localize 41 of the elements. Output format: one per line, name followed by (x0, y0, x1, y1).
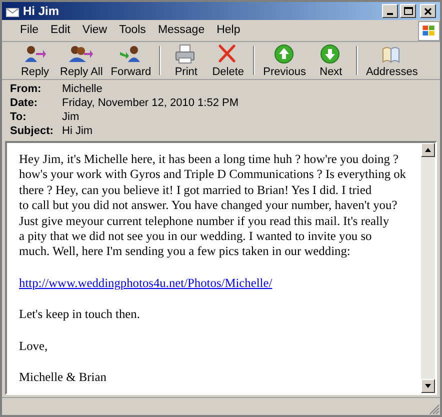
close-icon (424, 8, 432, 14)
paragraph: Love, (19, 338, 49, 354)
header-label: Subject: (10, 125, 54, 138)
toolbar-button[interactable]: Delete (207, 42, 250, 79)
header-label: From: (10, 83, 42, 96)
toolbar-button[interactable]: Forward (106, 42, 156, 79)
scroll-up-button[interactable] (421, 143, 435, 157)
toolbar-button[interactable]: Next (310, 42, 352, 79)
window-title: Hi Jim (23, 3, 60, 20)
up-arrow-icon (425, 148, 431, 152)
header-value: Michelle (62, 83, 102, 96)
envelope-icon (6, 6, 19, 16)
paragraph: Let's keep in touch then. (19, 307, 141, 323)
paragraph: Michelle & Brian (19, 370, 108, 386)
resize-grip-icon[interactable] (429, 404, 440, 415)
menu-item[interactable]: Edit (44, 22, 76, 40)
menu-item[interactable]: Message (152, 22, 211, 40)
minimize-button[interactable] (382, 4, 398, 18)
header-label: To: (10, 111, 28, 124)
close-button[interactable] (420, 4, 436, 18)
toolbar-button[interactable]: Previous (259, 42, 310, 79)
header-value: Jim (62, 111, 80, 124)
paragraph: Hey Jim, it's Michelle here, it has been a long time huh ? how're you doing ? how's your work with Gyros and Triple D Communications ? Is everything ok there ? Hey, can you believe it! I got married to Brian! Yes I did. I tried to call but you did not answer. You have changed your number, haven't you? Just give meyour current telephone number if you read this mail. It's really a pity that we did not see you in our wedding. I wanted to invite you so much. Well, here I'm sending you a few pics taken in our wedding: (19, 152, 408, 260)
toolbar-button[interactable]: Addresses (362, 42, 422, 79)
header-value: Friday, November 12, 2010 1:52 PM (62, 97, 238, 110)
scroll-down-button[interactable] (421, 379, 435, 393)
menu-item[interactable]: Help (210, 22, 246, 40)
toolbar-button[interactable]: Reply All (56, 42, 107, 79)
two-people-icon (68, 44, 94, 64)
reply-person-icon (22, 44, 48, 64)
down-arrow-icon (425, 384, 431, 388)
vertical-scrollbar[interactable] (421, 143, 435, 393)
menu-item[interactable]: File (14, 22, 45, 40)
link[interactable]: http://www.weddingphotos4u.net/Photos/Michelle/ (19, 276, 272, 292)
menu-item[interactable]: Tools (113, 22, 152, 40)
maximize-button[interactable] (400, 4, 416, 18)
toolbar-button[interactable]: Reply (14, 42, 56, 79)
header-label: Date: (10, 97, 39, 110)
toolbar-button[interactable]: Print (165, 42, 208, 79)
menu-item[interactable]: View (76, 22, 114, 40)
header-value: Hi Jim (62, 125, 93, 138)
